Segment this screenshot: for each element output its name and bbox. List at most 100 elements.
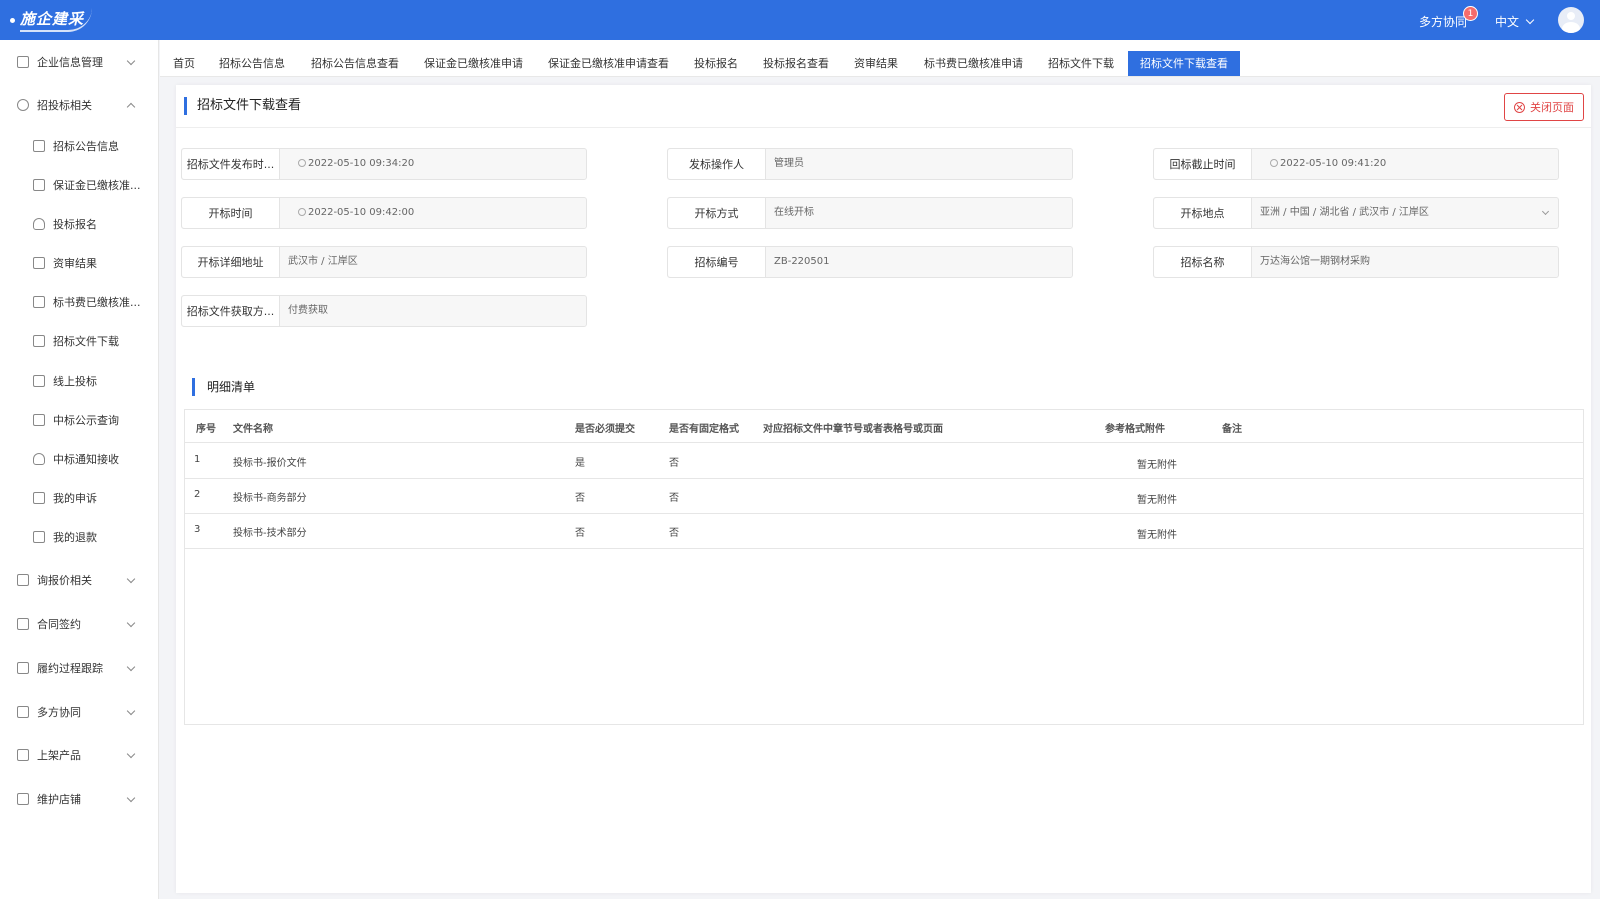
tab-bar: 首页 招标公告信息 招标公告信息查看 保证金已缴核准申请 保证金已缴核准申请查看 投标报名… xyxy=(160,40,1600,77)
field-value: 万达海公馆一期钢材采购 xyxy=(1252,247,1558,277)
tab-item[interactable]: 资审结果 xyxy=(842,51,910,76)
field-label: 开标地点 xyxy=(1154,198,1252,228)
table-cell-index: 3 xyxy=(194,524,201,535)
user-icon xyxy=(33,218,45,230)
tab-item[interactable]: 首页 xyxy=(161,51,207,76)
close-page-label: 关闭页面 xyxy=(1530,101,1574,114)
form-field: 开标地点 亚洲 / 中国 / 湖北省 / 武汉市 / 江岸区 xyxy=(1153,197,1559,229)
sidebar-item[interactable]: 询报价相关 xyxy=(0,566,159,594)
tab-item[interactable]: 投标报名查看 xyxy=(751,51,841,76)
user-notify-icon xyxy=(33,453,45,465)
close-page-button[interactable]: 关闭页面 xyxy=(1504,93,1584,121)
sidebar-item[interactable]: 履约过程跟踪 xyxy=(0,654,159,682)
sidebar-item-label: 我的退款 xyxy=(53,531,97,544)
chevron-down-icon xyxy=(126,749,136,759)
chevron-down-icon xyxy=(1525,15,1535,24)
sidebar-item[interactable]: 企业信息管理 xyxy=(0,48,159,76)
form-field: 开标方式 在线开标 xyxy=(667,197,1073,229)
tab-item[interactable]: 招标公告信息查看 xyxy=(299,51,411,76)
sidebar-item[interactable]: 保证金已缴核准... xyxy=(0,171,159,199)
sidebar-item[interactable]: 合同签约 xyxy=(0,610,159,638)
field-value-text: 2022-05-10 09:41:20 xyxy=(1280,158,1387,169)
field-label: 招标编号 xyxy=(668,247,766,277)
detail-table: 序号 文件名称 是否必须提交 是否有固定格式 对应招标文件中章节号或者表格号或页面 参考格… xyxy=(184,409,1584,725)
file-icon xyxy=(33,296,45,308)
sidebar-item[interactable]: 中标公示查询 xyxy=(0,406,159,434)
field-value-text: 管理员 xyxy=(774,158,804,169)
table-cell-name: 投标书-报价文件 xyxy=(233,458,307,469)
collab-link[interactable]: 多方协同 xyxy=(1419,13,1467,30)
field-value-text: 武汉市 / 江岸区 xyxy=(288,256,358,267)
tab-item[interactable]: 招标文件下载查看 xyxy=(1128,51,1240,76)
org-icon xyxy=(33,335,45,347)
sidebar-item[interactable]: 中标通知接收 xyxy=(0,445,159,473)
form-field: 开标详细地址 武汉市 / 江岸区 xyxy=(181,246,587,278)
field-label: 招标文件发布时... xyxy=(182,149,280,179)
contract-icon xyxy=(17,618,29,630)
clipboard-icon xyxy=(33,179,45,191)
sidebar-item-label: 招标文件下载 xyxy=(53,335,119,348)
column-header: 序号 xyxy=(196,424,216,435)
tab-item[interactable]: 保证金已缴核准申请查看 xyxy=(536,51,681,76)
table-cell-index: 2 xyxy=(194,489,201,500)
sidebar-item[interactable]: 招投标相关 xyxy=(0,91,159,119)
logo[interactable]: 施企建采 xyxy=(10,6,93,34)
field-value: 在线开标 xyxy=(766,198,1072,228)
sidebar-item[interactable]: 我的退款 xyxy=(0,523,159,551)
avatar[interactable] xyxy=(1558,7,1584,33)
list-icon xyxy=(33,414,45,426)
sidebar-item-label: 标书费已缴核准... xyxy=(53,296,141,309)
sidebar-item-label: 合同签约 xyxy=(37,618,81,631)
language-select[interactable]: 中文 xyxy=(1495,13,1535,30)
sidebar-item[interactable]: 标书费已缴核准... xyxy=(0,288,159,316)
clock-icon xyxy=(298,159,306,167)
field-value-text: 在线开标 xyxy=(774,207,814,218)
form-field: 招标编号 ZB-220501 xyxy=(667,246,1073,278)
tab-item[interactable]: 标书费已缴核准申请 xyxy=(912,51,1035,76)
refund-icon xyxy=(33,531,45,543)
field-label: 回标截止时间 xyxy=(1154,149,1252,179)
field-label: 发标操作人 xyxy=(668,149,766,179)
form-field: 回标截止时间 2022-05-10 09:41:20 xyxy=(1153,148,1559,180)
sidebar-item[interactable]: 招标公告信息 xyxy=(0,132,159,160)
sidebar-item[interactable]: 资审结果 xyxy=(0,249,159,277)
table-cell-required: 否 xyxy=(575,493,585,504)
column-header: 参考格式附件 xyxy=(1105,424,1165,435)
sidebar-item-label: 中标公示查询 xyxy=(53,414,119,427)
field-value[interactable]: 亚洲 / 中国 / 湖北省 / 武汉市 / 江岸区 xyxy=(1252,198,1558,228)
sidebar-item[interactable]: 维护店铺 xyxy=(0,785,159,813)
table-cell-attachment: 暂无附件 xyxy=(1137,495,1177,506)
sidebar-item-label: 资审结果 xyxy=(53,257,97,270)
sidebar-item[interactable]: 线上投标 xyxy=(0,367,159,395)
field-value: 付费获取 xyxy=(280,296,586,326)
tab-item[interactable]: 招标公告信息 xyxy=(207,51,297,76)
sidebar-item-label: 上架产品 xyxy=(37,749,81,762)
page-title: 招标文件下载查看 xyxy=(184,97,301,115)
field-label: 开标详细地址 xyxy=(182,247,280,277)
sidebar-item-label: 维护店铺 xyxy=(37,793,81,806)
sidebar: 企业信息管理招投标相关招标公告信息 保证金已缴核准... 投标报名资审结果标书费已缴… xyxy=(0,40,159,899)
column-header: 是否必须提交 xyxy=(575,424,635,435)
field-value-text: 2022-05-10 09:34:20 xyxy=(308,158,415,169)
chevron-down-icon xyxy=(126,618,136,628)
sidebar-item[interactable]: 我的申诉 xyxy=(0,484,159,512)
sidebar-item[interactable]: 投标报名 xyxy=(0,210,159,238)
sidebar-item[interactable]: 多方协同 xyxy=(0,698,159,726)
sidebar-item-label: 招投标相关 xyxy=(37,99,92,112)
tab-item[interactable]: 招标文件下载 xyxy=(1036,51,1126,76)
table-cell-fixed-format: 否 xyxy=(669,493,679,504)
field-value: 管理员 xyxy=(766,149,1072,179)
sidebar-item[interactable]: 上架产品 xyxy=(0,741,159,769)
field-value: 2022-05-10 09:42:00 xyxy=(280,198,586,228)
target-icon xyxy=(17,99,29,111)
quote-icon xyxy=(17,574,29,586)
column-header: 是否有固定格式 xyxy=(669,424,739,435)
tab-item[interactable]: 保证金已缴核准申请 xyxy=(412,51,535,76)
document-icon xyxy=(17,56,29,68)
tab-item[interactable]: 投标报名 xyxy=(682,51,750,76)
sidebar-item[interactable]: 招标文件下载 xyxy=(0,327,159,355)
upload-file-icon xyxy=(33,375,45,387)
table-cell-required: 否 xyxy=(575,528,585,539)
column-header: 备注 xyxy=(1222,424,1242,435)
table-row: 3 投标书-技术部分 否 否 暂无附件 xyxy=(185,513,1583,549)
